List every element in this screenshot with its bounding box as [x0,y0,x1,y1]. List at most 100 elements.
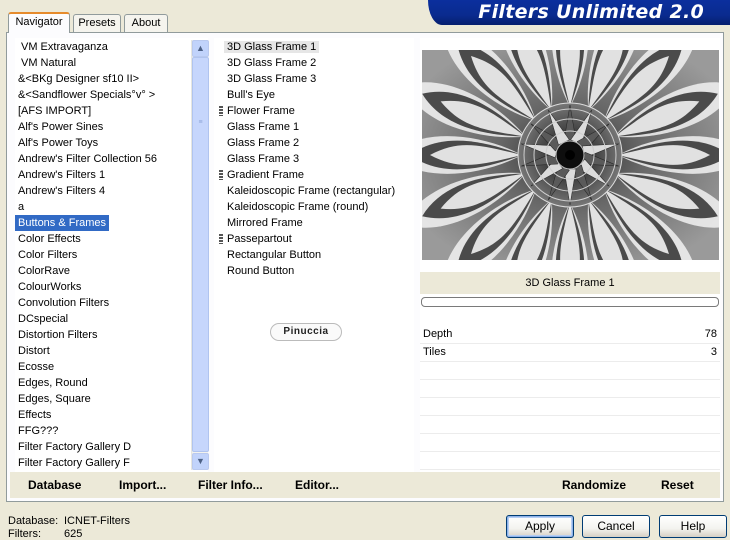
category-item[interactable]: Ecosse [15,359,208,375]
pinuccia-logo: Pinuccia [270,323,342,341]
category-item[interactable]: Edges, Round [15,375,208,391]
filter-item[interactable]: Glass Frame 3 [214,151,414,167]
randomize-button[interactable]: Randomize [562,472,626,498]
parameter-value: 78 [704,328,717,340]
scroll-down-button[interactable]: ▼ [192,453,209,470]
filter-item-label: Kaleidoscopic Frame (round) [227,201,369,213]
category-item[interactable]: VM Natural [15,55,208,71]
category-item[interactable]: Color Filters [15,247,208,263]
category-item[interactable]: a [15,199,208,215]
app-title: Filters Unlimited 2.0 [428,0,730,25]
filter-item-label: 3D Glass Frame 3 [227,73,317,85]
filter-item-label: Glass Frame 2 [227,137,300,149]
category-item[interactable]: VM Extravaganza [15,39,208,55]
category-item[interactable]: Effects [15,407,208,423]
apply-button[interactable]: Apply [506,515,574,538]
filter-item-label: Bull's Eye [227,89,275,101]
chevron-down-icon: ▼ [196,456,205,466]
scroll-up-button[interactable]: ▲ [192,40,209,57]
database-button[interactable]: Database [28,472,81,498]
parameter-value: 3 [710,346,717,358]
parameter-row-empty [420,362,720,380]
parameters-panel: Depth 78 Tiles 3 [420,326,720,470]
status-filters-label: Filters: [8,528,41,540]
filter-item[interactable]: Round Button [214,263,414,279]
filter-item-label: Flower Frame [227,105,295,117]
import-button[interactable]: Import... [119,472,166,498]
filter-item[interactable]: Passepartout [214,231,414,247]
category-item[interactable]: Alf's Power Toys [15,135,208,151]
category-item[interactable]: [AFS IMPORT] [15,103,208,119]
cancel-button[interactable]: Cancel [582,515,650,538]
category-item[interactable]: Andrew's Filters 1 [15,167,208,183]
filter-item[interactable]: Glass Frame 2 [214,135,414,151]
filter-list-panel: 3D Glass Frame 1 3D Glass Frame 2 3D Glass… [214,38,414,472]
group-marker-icon [219,106,223,116]
grip-icon: ≡ [198,119,203,126]
tab-presets[interactable]: Presets [73,14,121,32]
category-item[interactable]: Andrew's Filters 4 [15,183,208,199]
category-item[interactable]: Edges, Square [15,391,208,407]
status-database-value: ICNET-Filters [64,515,130,527]
category-item[interactable]: ColorRave [15,263,208,279]
filter-item-label: Passepartout [227,233,292,245]
category-item[interactable]: FFG??? [15,423,208,439]
category-item[interactable]: Convolution Filters [15,295,208,311]
group-marker-icon [219,234,223,244]
parameter-row-empty [420,398,720,416]
parameter-row-empty [420,452,720,470]
filter-item[interactable]: Mirrored Frame [214,215,414,231]
filter-item[interactable]: Bull's Eye [214,87,414,103]
category-item[interactable]: Alf's Power Sines [15,119,208,135]
category-item[interactable]: Filter Factory Gallery D [15,439,208,455]
filter-item[interactable]: Gradient Frame [214,167,414,183]
tab-navigator[interactable]: Navigator [8,12,70,33]
reset-button[interactable]: Reset [661,472,694,498]
parameter-row-depth[interactable]: Depth 78 [420,326,720,344]
filter-item-label: Rectangular Button [227,249,322,261]
filter-item-label: Mirrored Frame [227,217,303,229]
filter-item[interactable]: 3D Glass Frame 2 [214,55,414,71]
preview-kaleidoscope-image [422,50,719,260]
editor-button[interactable]: Editor... [295,472,339,498]
parameter-row-tiles[interactable]: Tiles 3 [420,344,720,362]
category-item[interactable]: Color Effects [15,231,208,247]
category-item[interactable]: DCspecial [15,311,208,327]
preview-filter-name: 3D Glass Frame 1 [420,272,720,294]
filter-item[interactable]: Kaleidoscopic Frame (rectangular) [214,183,414,199]
filter-item[interactable]: Flower Frame [214,103,414,119]
tab-about[interactable]: About [124,14,168,32]
category-item[interactable]: ColourWorks [15,279,208,295]
category-item[interactable]: Distort [15,343,208,359]
filter-item[interactable]: 3D Glass Frame 3 [214,71,414,87]
filter-item-label: Gradient Frame [227,169,305,181]
filter-item-label: Glass Frame 3 [227,153,300,165]
chevron-up-icon: ▲ [196,43,205,53]
filter-item[interactable]: Rectangular Button [214,247,414,263]
filter-item-label: Round Button [227,265,295,277]
status-filters-value: 625 [64,528,83,540]
category-item[interactable]: &<BKg Designer sf10 II> [15,71,208,87]
status-filters: Filters: 625 [8,528,82,540]
status-database-label: Database: [8,515,59,527]
category-item[interactable]: Andrew's Filter Collection 56 [15,151,208,167]
filter-toolbar: Database Import... Filter Info... Editor… [10,472,720,498]
filter-item[interactable]: 3D Glass Frame 1 [214,39,414,55]
category-list[interactable]: VM Extravaganza VM Natural &<BKg Designer … [15,38,208,471]
parameter-row-empty [420,416,720,434]
category-item[interactable]: Buttons & Frames [15,215,110,231]
category-scrollbar[interactable]: ▲ ≡ ▼ [191,40,209,470]
filter-item-label: Glass Frame 1 [227,121,300,133]
category-item[interactable]: Distortion Filters [15,327,208,343]
filter-info-button[interactable]: Filter Info... [198,472,263,498]
category-item[interactable]: Filter Factory Gallery F [15,455,208,471]
category-list-panel: VM Extravaganza VM Natural &<BKg Designer … [15,38,208,472]
filter-item[interactable]: Glass Frame 1 [214,119,414,135]
scroll-thumb[interactable]: ≡ [192,57,209,452]
category-item[interactable]: &<Sandflower Specials°v° > [15,87,208,103]
status-database: Database: ICNET-Filters [8,515,130,527]
filter-item-label: 3D Glass Frame 1 [224,41,320,53]
help-button[interactable]: Help [659,515,727,538]
filter-list[interactable]: 3D Glass Frame 1 3D Glass Frame 2 3D Glass… [214,38,414,279]
filter-item[interactable]: Kaleidoscopic Frame (round) [214,199,414,215]
